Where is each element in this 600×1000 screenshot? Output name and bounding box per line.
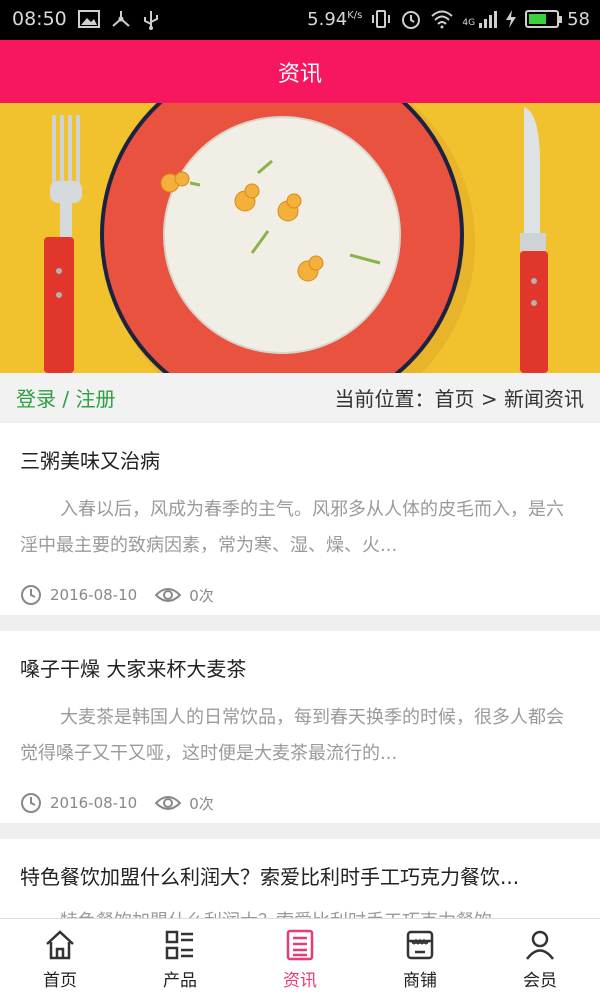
nav-products-label: 产品: [163, 971, 197, 991]
nav-news-label: 资讯: [283, 971, 317, 991]
article-excerpt: 特色餐饮加盟什么利润大？索爱比利时手工巧克力餐饮: [20, 904, 580, 919]
article-item[interactable]: 嗓子干燥 大家来杯大麦茶 大麦茶是韩国人的日常饮品，每到春天换季的时候，很多人都…: [0, 631, 600, 823]
nav-home-label: 首页: [43, 971, 77, 991]
breadcrumb: 当前位置：首页 > 新闻资讯: [334, 386, 584, 411]
article-item[interactable]: 三粥美味又治病 入春以后，风成为春季的主气。风邪多从人体的皮毛而入，是六淫中最主…: [0, 423, 600, 615]
battery-level-text: 58: [567, 8, 590, 30]
nav-shops[interactable]: 商铺: [360, 919, 480, 1000]
article-title[interactable]: 三粥美味又治病: [20, 445, 580, 474]
wifi-icon: [431, 10, 454, 29]
nav-products[interactable]: 产品: [120, 919, 240, 1000]
network-speed: 5.94K/s: [307, 8, 363, 30]
article-title[interactable]: 特色餐饮加盟什么利润大？索爱比利时手工巧克力餐饮...: [20, 861, 580, 890]
article-title[interactable]: 嗓子干燥 大家来杯大麦茶: [20, 653, 580, 682]
clock-icon: [21, 585, 41, 605]
list-icon: [165, 930, 193, 960]
status-bar: 08:50 5.94K/s 4G 58: [0, 0, 600, 40]
bottom-nav: 首页 产品 资讯 商铺 会员: [0, 918, 600, 1000]
nav-home[interactable]: 首页: [0, 919, 120, 1000]
status-notification-icons: [78, 9, 160, 31]
status-right-icons: 5.94K/s 4G 58: [307, 8, 590, 30]
article-meta: 2016-08-10 0次: [20, 792, 580, 814]
eye-icon: [155, 796, 182, 810]
network-notification-icon: [112, 11, 130, 27]
plate-center: [164, 117, 400, 353]
clock-icon: [21, 793, 41, 813]
nav-shops-label: 商铺: [403, 971, 437, 991]
user-icon: [526, 930, 554, 960]
article-item[interactable]: 特色餐饮加盟什么利润大？索爱比利时手工巧克力餐饮... 特色餐饮加盟什么利润大？…: [0, 839, 600, 919]
status-time: 08:50: [12, 8, 67, 30]
article-meta: 2016-08-10 0次: [20, 584, 580, 606]
nav-member[interactable]: 会员: [480, 919, 600, 1000]
charging-icon: [506, 10, 517, 28]
vibrate-icon: [372, 10, 391, 28]
location-bar: 登录 / 注册 当前位置：首页 > 新闻资讯: [0, 373, 600, 421]
signal-icon: 4G: [462, 10, 498, 28]
nav-member-label: 会员: [523, 971, 557, 991]
article-date: 2016-08-10: [20, 792, 137, 814]
app-header: 资讯: [0, 40, 600, 103]
news-icon: [286, 929, 314, 961]
article-excerpt: 大麦茶是韩国人的日常饮品，每到春天换季的时候，很多人都会觉得嗓子又干又哑，这时便…: [20, 707, 564, 764]
article-excerpt: 入春以后，风成为春季的主气。风邪多从人体的皮毛而入，是六淫中最主要的致病因素，常…: [20, 499, 564, 556]
alarm-icon: [402, 11, 421, 29]
eye-icon: [155, 588, 182, 602]
shop-icon: [406, 930, 434, 960]
image-notification-icon: [78, 10, 100, 28]
article-views: 0次: [155, 793, 214, 814]
banner-image[interactable]: [0, 103, 600, 373]
banner-illustration: [0, 103, 600, 373]
page-title: 资讯: [277, 61, 322, 87]
article-views: 0次: [155, 585, 214, 606]
article-date: 2016-08-10: [20, 584, 137, 606]
usb-icon: [144, 11, 158, 30]
nav-news[interactable]: 资讯: [240, 919, 360, 1000]
home-icon: [46, 930, 74, 960]
login-register-link[interactable]: 登录 / 注册: [16, 383, 115, 412]
battery-icon: [525, 10, 563, 28]
